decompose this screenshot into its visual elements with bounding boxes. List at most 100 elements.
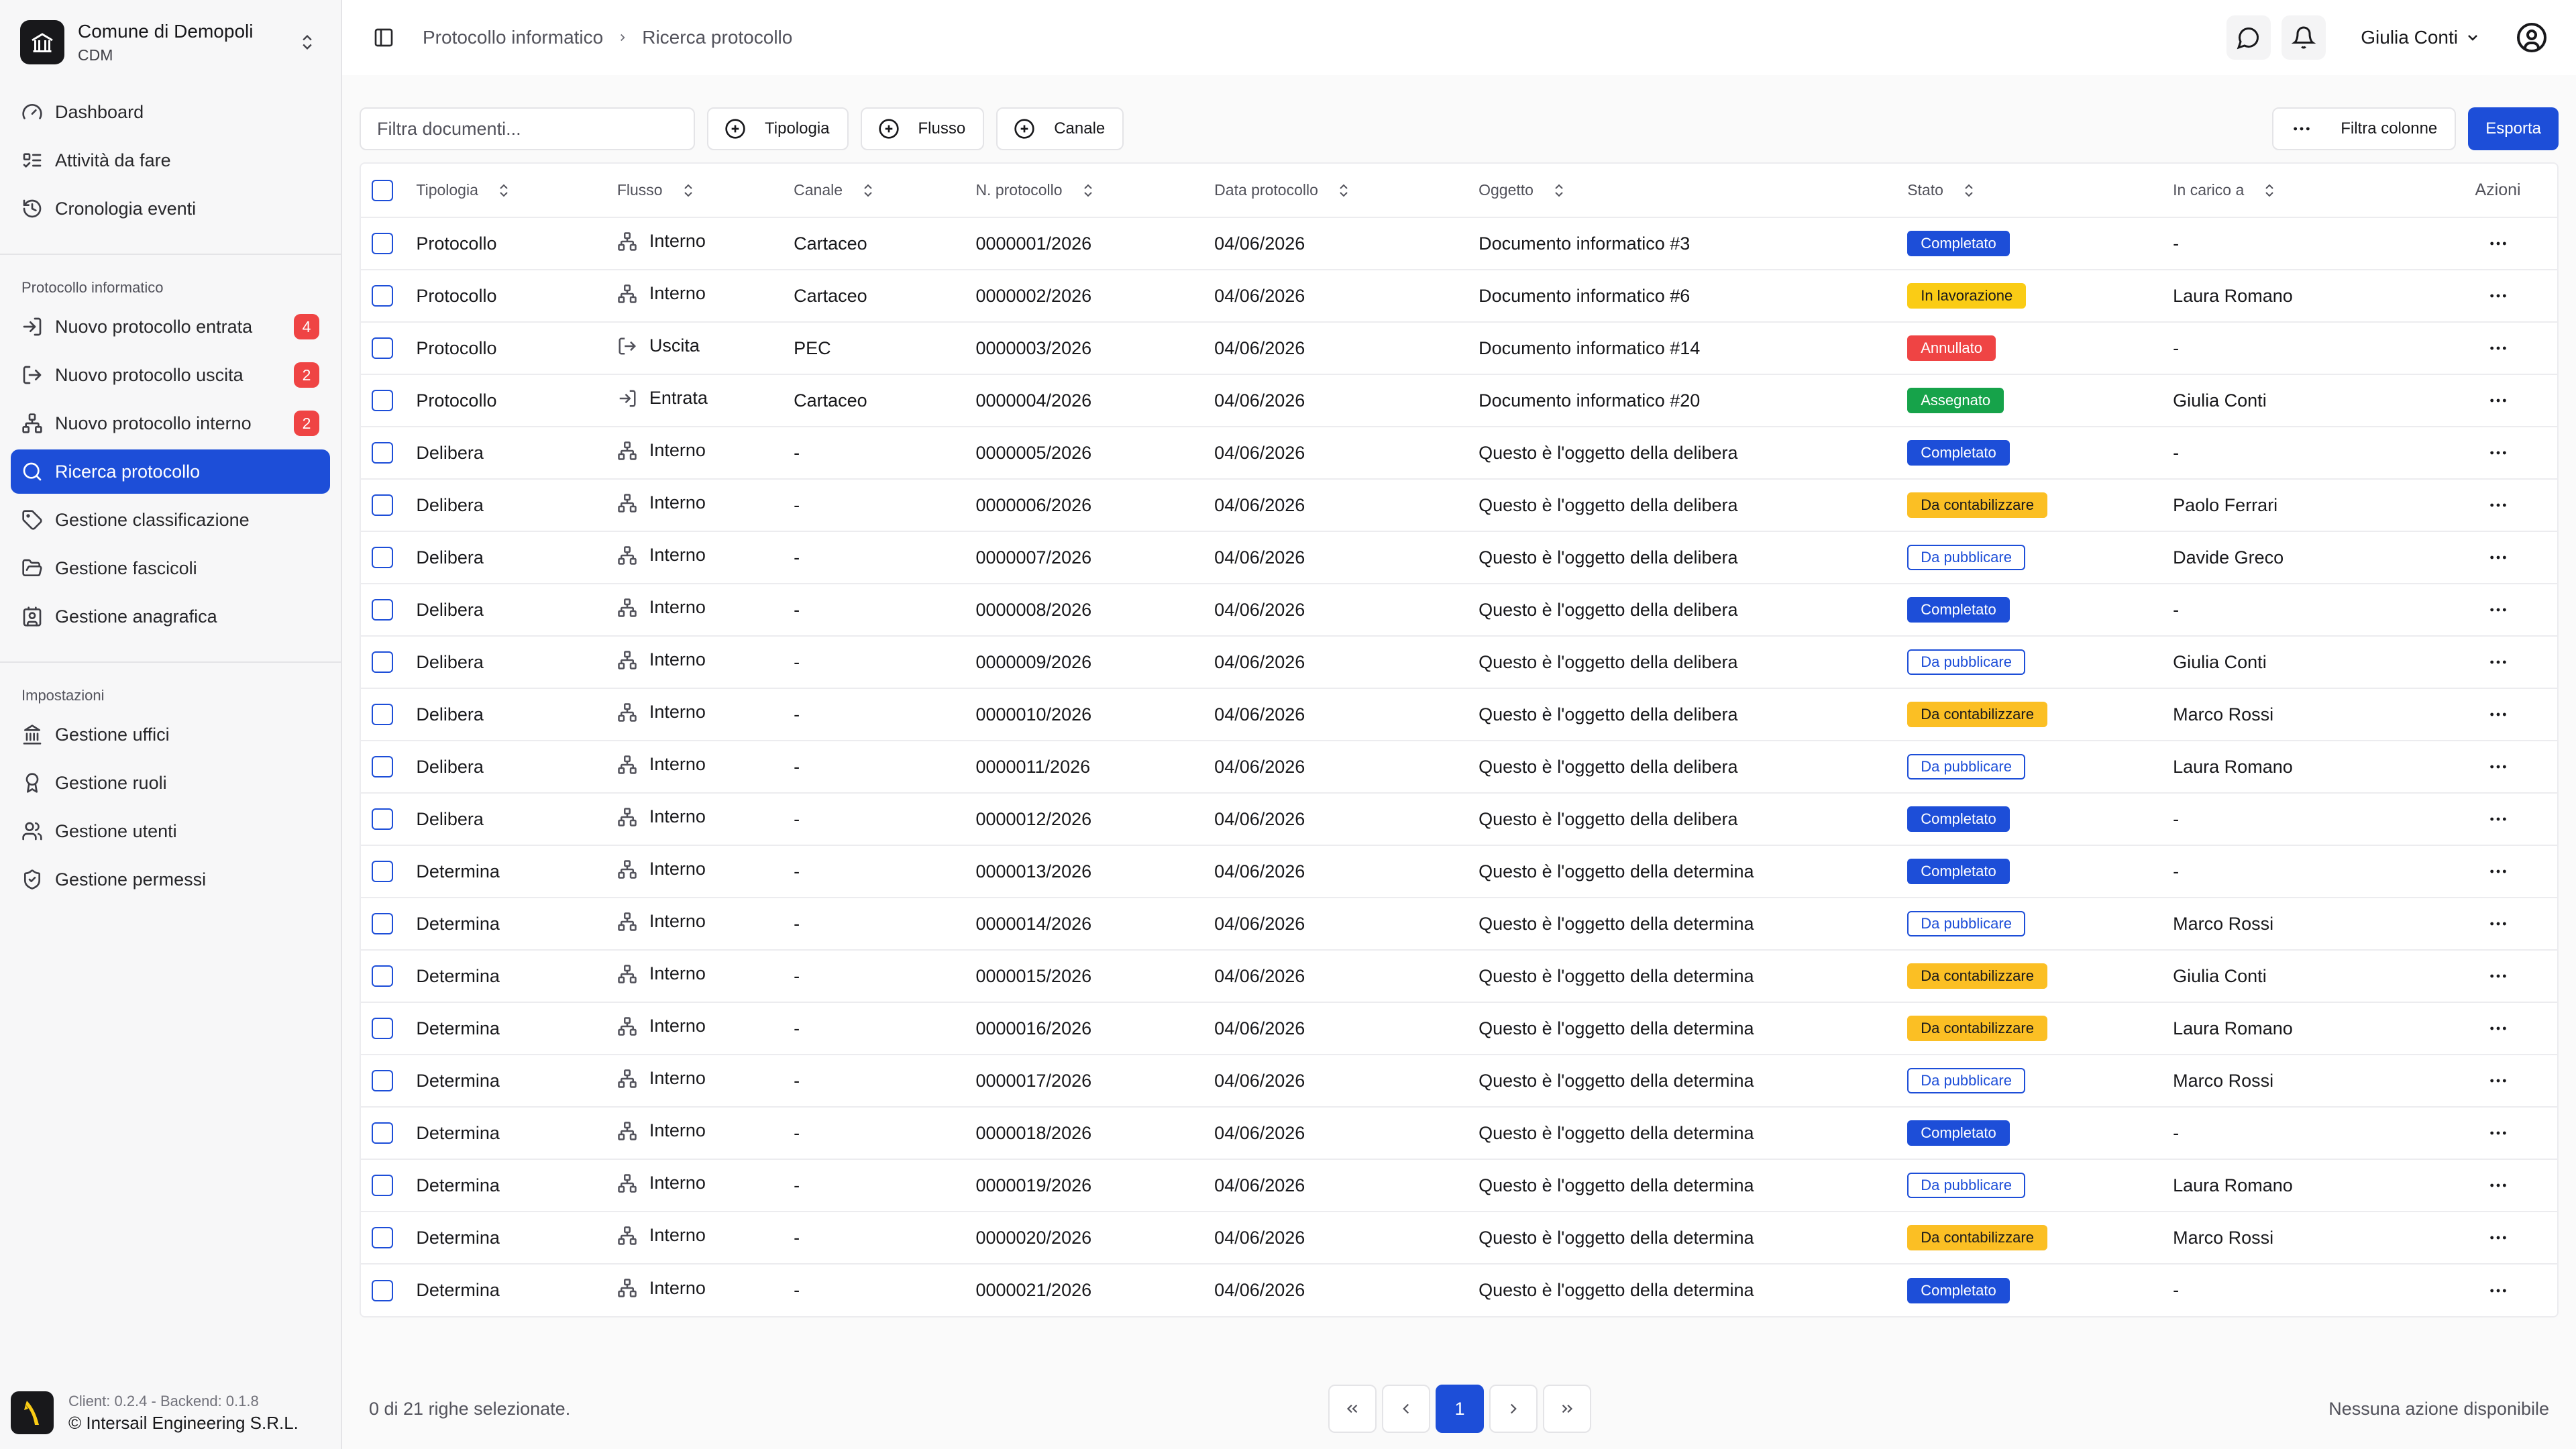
previous-page-button[interactable]	[1382, 1385, 1430, 1433]
table-row[interactable]: Delibera Interno -0000011/2026 04/06/2026 Qu…	[361, 741, 2557, 794]
sidebar-item-attivita-da-fare[interactable]: Attività da fare	[11, 138, 330, 182]
user-circle-icon[interactable]	[2514, 20, 2549, 55]
sidebar-item-gestione-ruoli[interactable]: Gestione ruoli	[11, 761, 330, 805]
row-checkbox[interactable]	[372, 1227, 393, 1249]
table-row[interactable]: Determina Interno - 0000021/2026 04/06/2026 Q…	[361, 1264, 2557, 1316]
page-button-current[interactable]: 1	[1436, 1385, 1484, 1433]
row-checkbox[interactable]	[372, 704, 393, 726]
sidebar-item-ricerca-protocollo[interactable]: Ricerca protocollo	[11, 449, 330, 494]
row-actions-button[interactable]	[2438, 704, 2557, 725]
column-header-flusso[interactable]: Flusso	[616, 164, 794, 218]
column-header-stato[interactable]: Stato	[1907, 164, 2174, 218]
row-actions-button[interactable]	[2438, 285, 2557, 307]
sidebar-toggle-icon[interactable]	[369, 23, 398, 52]
row-actions-button[interactable]	[2438, 599, 2557, 621]
row-actions-button[interactable]	[2438, 1122, 2557, 1144]
row-actions-button[interactable]	[2438, 233, 2557, 254]
sidebar-item-nuovo-protocollo-interno[interactable]: Nuovo protocollo interno 2	[11, 401, 330, 445]
row-checkbox[interactable]	[372, 1175, 393, 1197]
select-all-checkbox[interactable]	[372, 179, 393, 201]
last-page-button[interactable]	[1543, 1385, 1591, 1433]
row-checkbox[interactable]	[372, 442, 393, 464]
notifications-button[interactable]	[2282, 15, 2326, 60]
row-checkbox[interactable]	[372, 1070, 393, 1092]
sidebar-item-gestione-classificazione[interactable]: Gestione classificazione	[11, 498, 330, 542]
row-actions-button[interactable]	[2438, 1280, 2557, 1301]
row-actions-button[interactable]	[2438, 913, 2557, 934]
column-header-in-carico-a[interactable]: In carico a	[2173, 164, 2439, 218]
sidebar-item-gestione-uffici[interactable]: Gestione uffici	[11, 712, 330, 757]
search-input[interactable]	[360, 107, 695, 150]
breadcrumb-parent[interactable]: Protocollo informatico	[423, 27, 603, 48]
row-actions-button[interactable]	[2438, 861, 2557, 882]
table-row[interactable]: Determina Interno -0000020/2026 04/06/2026 Q…	[361, 1212, 2557, 1265]
row-actions-button[interactable]	[2438, 1227, 2557, 1248]
row-checkbox[interactable]	[372, 1122, 393, 1144]
row-checkbox[interactable]	[372, 651, 393, 674]
table-row[interactable]: Protocollo Entrata Cartaceo 0000004/2026 04/…	[361, 374, 2557, 427]
table-row[interactable]: Delibera Interno -0000008/2026 04/06/2026 Qu…	[361, 584, 2557, 637]
row-actions-button[interactable]	[2438, 1175, 2557, 1196]
table-row[interactable]: Determina Interno -0000018/2026 04/06/2026 Q…	[361, 1107, 2557, 1160]
column-header-data-protocollo[interactable]: Data protocollo	[1214, 164, 1479, 218]
row-checkbox[interactable]	[372, 494, 393, 517]
row-checkbox[interactable]	[372, 756, 393, 778]
row-checkbox[interactable]	[372, 285, 393, 307]
chat-button[interactable]	[2226, 15, 2271, 60]
row-actions-button[interactable]	[2438, 494, 2557, 516]
sidebar-item-nuovo-protocollo-entrata[interactable]: Nuovo protocollo entrata 4	[11, 305, 330, 349]
sidebar-item-cronologia-eventi[interactable]: Cronologia eventi	[11, 186, 330, 231]
table-row[interactable]: Protocollo Interno Cartaceo 0000002/2026 04/…	[361, 270, 2557, 323]
row-actions-button[interactable]	[2438, 390, 2557, 411]
row-checkbox[interactable]	[372, 861, 393, 883]
table-row[interactable]: Determina Interno -0000019/2026 04/06/2026 Q…	[361, 1159, 2557, 1212]
sidebar-item-gestione-utenti[interactable]: Gestione utenti	[11, 809, 330, 853]
row-checkbox[interactable]	[372, 599, 393, 621]
row-checkbox[interactable]	[372, 337, 393, 360]
row-checkbox[interactable]	[372, 390, 393, 412]
next-page-button[interactable]	[1489, 1385, 1538, 1433]
user-menu[interactable]: Giulia Conti	[2361, 27, 2481, 48]
sidebar-item-nuovo-protocollo-uscita[interactable]: Nuovo protocollo uscita 2	[11, 353, 330, 397]
table-row[interactable]: Determina Interno -0000013/2026 04/06/2026 Q…	[361, 845, 2557, 898]
column-header-canale[interactable]: Canale	[794, 164, 976, 218]
row-checkbox[interactable]	[372, 1018, 393, 1040]
row-checkbox[interactable]	[372, 808, 393, 830]
column-header-n-protocollo[interactable]: N. protocollo	[975, 164, 1215, 218]
column-header-oggetto[interactable]: Oggetto	[1479, 164, 1908, 218]
export-button[interactable]: Esporta	[2468, 107, 2559, 150]
table-row[interactable]: Determina Interno -0000014/2026 04/06/2026 Q…	[361, 898, 2557, 951]
table-row[interactable]: Delibera Interno -0000005/2026 04/06/2026 Qu…	[361, 427, 2557, 480]
table-row[interactable]: Determina Interno -0000016/2026 04/06/2026 Q…	[361, 1002, 2557, 1055]
filter-flusso-button[interactable]: Flusso	[860, 107, 985, 150]
row-actions-button[interactable]	[2438, 965, 2557, 987]
row-checkbox[interactable]	[372, 547, 393, 569]
table-row[interactable]: Delibera Interno -0000007/2026 04/06/2026 Qu…	[361, 531, 2557, 584]
sidebar-item-gestione-anagrafica[interactable]: Gestione anagrafica	[11, 594, 330, 639]
table-row[interactable]: Delibera Interno -0000012/2026 04/06/2026 Qu…	[361, 793, 2557, 846]
filter-canale-button[interactable]: Canale	[996, 107, 1124, 150]
sidebar-item-gestione-permessi[interactable]: Gestione permessi	[11, 857, 330, 902]
table-row[interactable]: Determina Interno -0000015/2026 04/06/2026 Q…	[361, 950, 2557, 1003]
row-actions-button[interactable]	[2438, 547, 2557, 568]
row-actions-button[interactable]	[2438, 442, 2557, 464]
row-checkbox[interactable]	[372, 233, 393, 255]
filter-columns-button[interactable]: Filtra colonne	[2272, 107, 2457, 150]
filter-tipologia-button[interactable]: Tipologia	[707, 107, 849, 150]
table-row[interactable]: Delibera Interno -0000006/2026 04/06/2026 Qu…	[361, 479, 2557, 532]
row-actions-button[interactable]	[2438, 337, 2557, 359]
row-actions-button[interactable]	[2438, 808, 2557, 830]
table-row[interactable]: Protocollo Uscita PEC 0000003/2026 04/06/202…	[361, 322, 2557, 375]
sidebar-item-dashboard[interactable]: Dashboard	[11, 90, 330, 134]
row-checkbox[interactable]	[372, 913, 393, 935]
org-switcher[interactable]: Comune di Demopoli CDM	[0, 0, 341, 80]
first-page-button[interactable]	[1328, 1385, 1377, 1433]
table-row[interactable]: Delibera Interno -0000009/2026 04/06/2026 Qu…	[361, 636, 2557, 689]
table-row[interactable]: Delibera Interno -0000010/2026 04/06/2026 Qu…	[361, 688, 2557, 741]
table-row[interactable]: Protocollo Interno Cartaceo 0000001/2026 04/…	[361, 217, 2557, 270]
row-actions-button[interactable]	[2438, 1070, 2557, 1091]
sidebar-item-gestione-fascicoli[interactable]: Gestione fascicoli	[11, 546, 330, 590]
row-actions-button[interactable]	[2438, 756, 2557, 777]
row-actions-button[interactable]	[2438, 651, 2557, 673]
row-checkbox[interactable]	[372, 965, 393, 987]
